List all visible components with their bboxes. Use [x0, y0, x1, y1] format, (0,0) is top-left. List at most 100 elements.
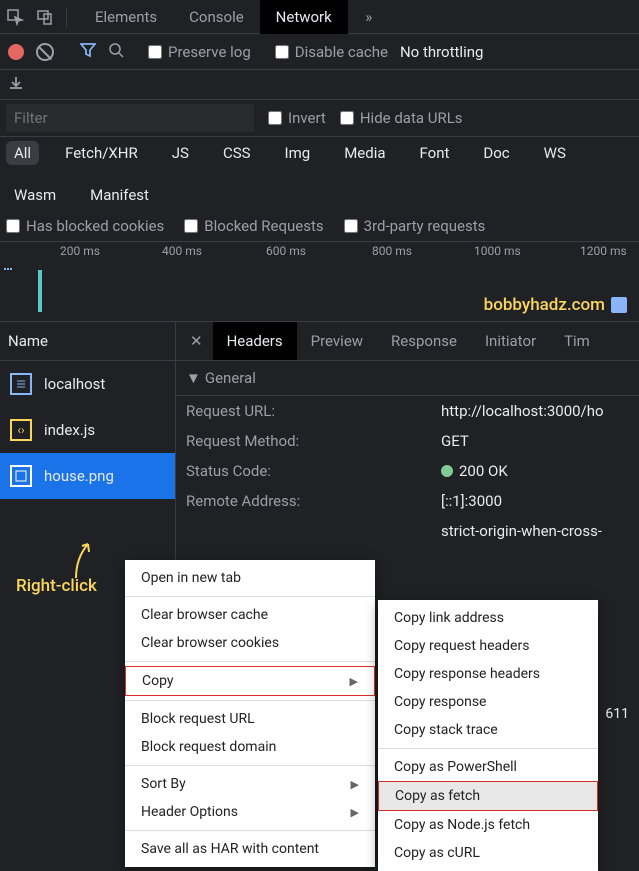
time-mark: 800 ms [372, 244, 412, 258]
device-toggle-icon[interactable] [36, 8, 54, 26]
blocked-cookies-label: Has blocked cookies [26, 217, 164, 235]
filter-wasm[interactable]: Wasm [6, 183, 64, 207]
blocked-requests-checkbox[interactable]: Blocked Requests [184, 217, 323, 235]
submenu-arrow-icon: ▶ [351, 806, 359, 819]
submenu-arrow-icon: ▶ [351, 778, 359, 791]
header-kv-row: Request URL:http://localhost:3000/ho [176, 396, 639, 426]
filter-doc[interactable]: Doc [475, 141, 517, 165]
request-name: index.js [44, 421, 95, 439]
extra-code: 611 [605, 706, 629, 722]
waterfall-timeline[interactable]: 200 ms400 ms600 ms800 ms1000 ms1200 ms b… [0, 242, 639, 322]
hide-data-urls-checkbox[interactable]: Hide data URLs [340, 109, 463, 127]
watermark: bobbyhadz.com [484, 295, 627, 315]
filter-css[interactable]: CSS [215, 141, 259, 165]
menu-item-clear-browser-cookies[interactable]: Clear browser cookies [125, 629, 375, 657]
kv-key [186, 522, 441, 540]
menu-item-copy-as-curl[interactable]: Copy as cURL [378, 839, 598, 867]
doc-icon [10, 373, 32, 395]
menu-item-save-all-as-har-with-content[interactable]: Save all as HAR with content [125, 835, 375, 863]
menu-item-clear-browser-cache[interactable]: Clear browser cache [125, 601, 375, 629]
tab-console[interactable]: Console [173, 0, 260, 34]
kv-key: Request Method: [186, 432, 441, 450]
header-kv-row: Request Method:GET [176, 426, 639, 456]
general-section-toggle[interactable]: ▼General [176, 361, 639, 396]
time-mark: 600 ms [266, 244, 306, 258]
filter-font[interactable]: Font [412, 141, 458, 165]
menu-item-copy-as-fetch[interactable]: Copy as fetch [378, 781, 598, 811]
time-mark: 1200 ms [580, 244, 627, 258]
filter-media[interactable]: Media [336, 141, 393, 165]
filter-fetch-xhr[interactable]: Fetch/XHR [57, 141, 146, 165]
clear-button[interactable] [36, 43, 54, 61]
kv-value: 200 OK [441, 462, 508, 480]
invert-checkbox[interactable]: Invert [268, 109, 326, 127]
detail-tab-initiator[interactable]: Initiator [471, 322, 550, 360]
time-mark: 1000 ms [474, 244, 521, 258]
detail-tab-timing[interactable]: Tim [550, 322, 604, 360]
filter-manifest[interactable]: Manifest [82, 183, 157, 207]
invert-label: Invert [288, 109, 326, 127]
menu-item-sort-by[interactable]: Sort By▶ [125, 770, 375, 798]
menu-item-open-in-new-tab[interactable]: Open in new tab [125, 564, 375, 592]
menu-item-copy-link-address[interactable]: Copy link address [378, 604, 598, 632]
submenu-arrow-icon: ▶ [350, 675, 358, 688]
kv-key: Request URL: [186, 402, 441, 420]
filter-js[interactable]: JS [164, 141, 197, 165]
request-name: house.png [44, 467, 114, 485]
menu-item-header-options[interactable]: Header Options▶ [125, 798, 375, 826]
kv-value: http://localhost:3000/ho [441, 402, 604, 420]
menu-item-block-request-domain[interactable]: Block request domain [125, 733, 375, 761]
blocked-cookies-checkbox[interactable]: Has blocked cookies [6, 217, 164, 235]
type-filter-row: All Fetch/XHR JS CSS Img Media Font Doc … [0, 137, 639, 211]
detail-tab-preview[interactable]: Preview [297, 322, 377, 360]
menu-item-copy-response-headers[interactable]: Copy response headers [378, 660, 598, 688]
blocked-requests-label: Blocked Requests [204, 217, 323, 235]
preserve-log-checkbox[interactable]: Preserve log [148, 43, 251, 61]
cube-icon [611, 297, 627, 313]
request-row-index-js[interactable]: ‹› index.js [0, 407, 175, 453]
menu-item-copy-as-powershell[interactable]: Copy as PowerShell [378, 753, 598, 781]
header-kv-row: Remote Address:[::1]:3000 [176, 486, 639, 516]
filter-input[interactable] [6, 104, 254, 132]
more-tabs-icon[interactable]: » [360, 8, 378, 26]
annotation-arrow-icon [70, 538, 100, 580]
filter-toggle-icon[interactable] [80, 42, 96, 62]
third-party-label: 3rd-party requests [364, 217, 486, 235]
tab-elements[interactable]: Elements [79, 0, 173, 34]
menu-item-copy-as-node-js-fetch[interactable]: Copy as Node.js fetch [378, 811, 598, 839]
js-icon: ‹› [10, 419, 32, 441]
request-row-localhost[interactable]: localhost [0, 361, 175, 407]
kv-key: Status Code: [186, 462, 441, 480]
img-icon [10, 465, 32, 487]
record-button[interactable] [8, 44, 24, 60]
disable-cache-checkbox[interactable]: Disable cache [275, 43, 388, 61]
time-mark: 200 ms [60, 244, 100, 258]
throttling-dropdown[interactable]: No throttling [400, 43, 483, 61]
menu-item-copy[interactable]: Copy▶ [125, 666, 375, 696]
context-menu-main: Open in new tab Clear browser cacheClear … [125, 560, 375, 867]
request-name: localhost [44, 375, 105, 393]
status-dot-icon [441, 465, 453, 477]
disable-cache-label: Disable cache [295, 43, 388, 61]
filter-ws[interactable]: WS [536, 141, 574, 165]
search-icon[interactable] [108, 42, 124, 62]
inspect-icon[interactable] [6, 8, 24, 26]
menu-item-copy-response[interactable]: Copy response [378, 688, 598, 716]
filter-img[interactable]: Img [277, 141, 319, 165]
kv-value: strict-origin-when-cross- [441, 522, 602, 540]
filter-all[interactable]: All [6, 141, 39, 165]
detail-tab-headers[interactable]: Headers [213, 322, 297, 360]
download-icon[interactable] [8, 75, 24, 95]
name-column-header[interactable]: Name [0, 322, 175, 361]
detail-tab-response[interactable]: Response [377, 322, 471, 360]
close-details-icon[interactable]: ✕ [180, 324, 213, 358]
hide-data-urls-label: Hide data URLs [360, 109, 463, 127]
third-party-checkbox[interactable]: 3rd-party requests [344, 217, 486, 235]
request-row-house-png[interactable]: house.png [0, 453, 175, 499]
preserve-log-label: Preserve log [168, 43, 251, 61]
menu-item-copy-request-headers[interactable]: Copy request headers [378, 632, 598, 660]
tab-network[interactable]: Network [260, 0, 348, 34]
menu-item-copy-stack-trace[interactable]: Copy stack trace [378, 716, 598, 744]
menu-item-block-request-url[interactable]: Block request URL [125, 705, 375, 733]
header-kv-row: strict-origin-when-cross- [176, 516, 639, 546]
